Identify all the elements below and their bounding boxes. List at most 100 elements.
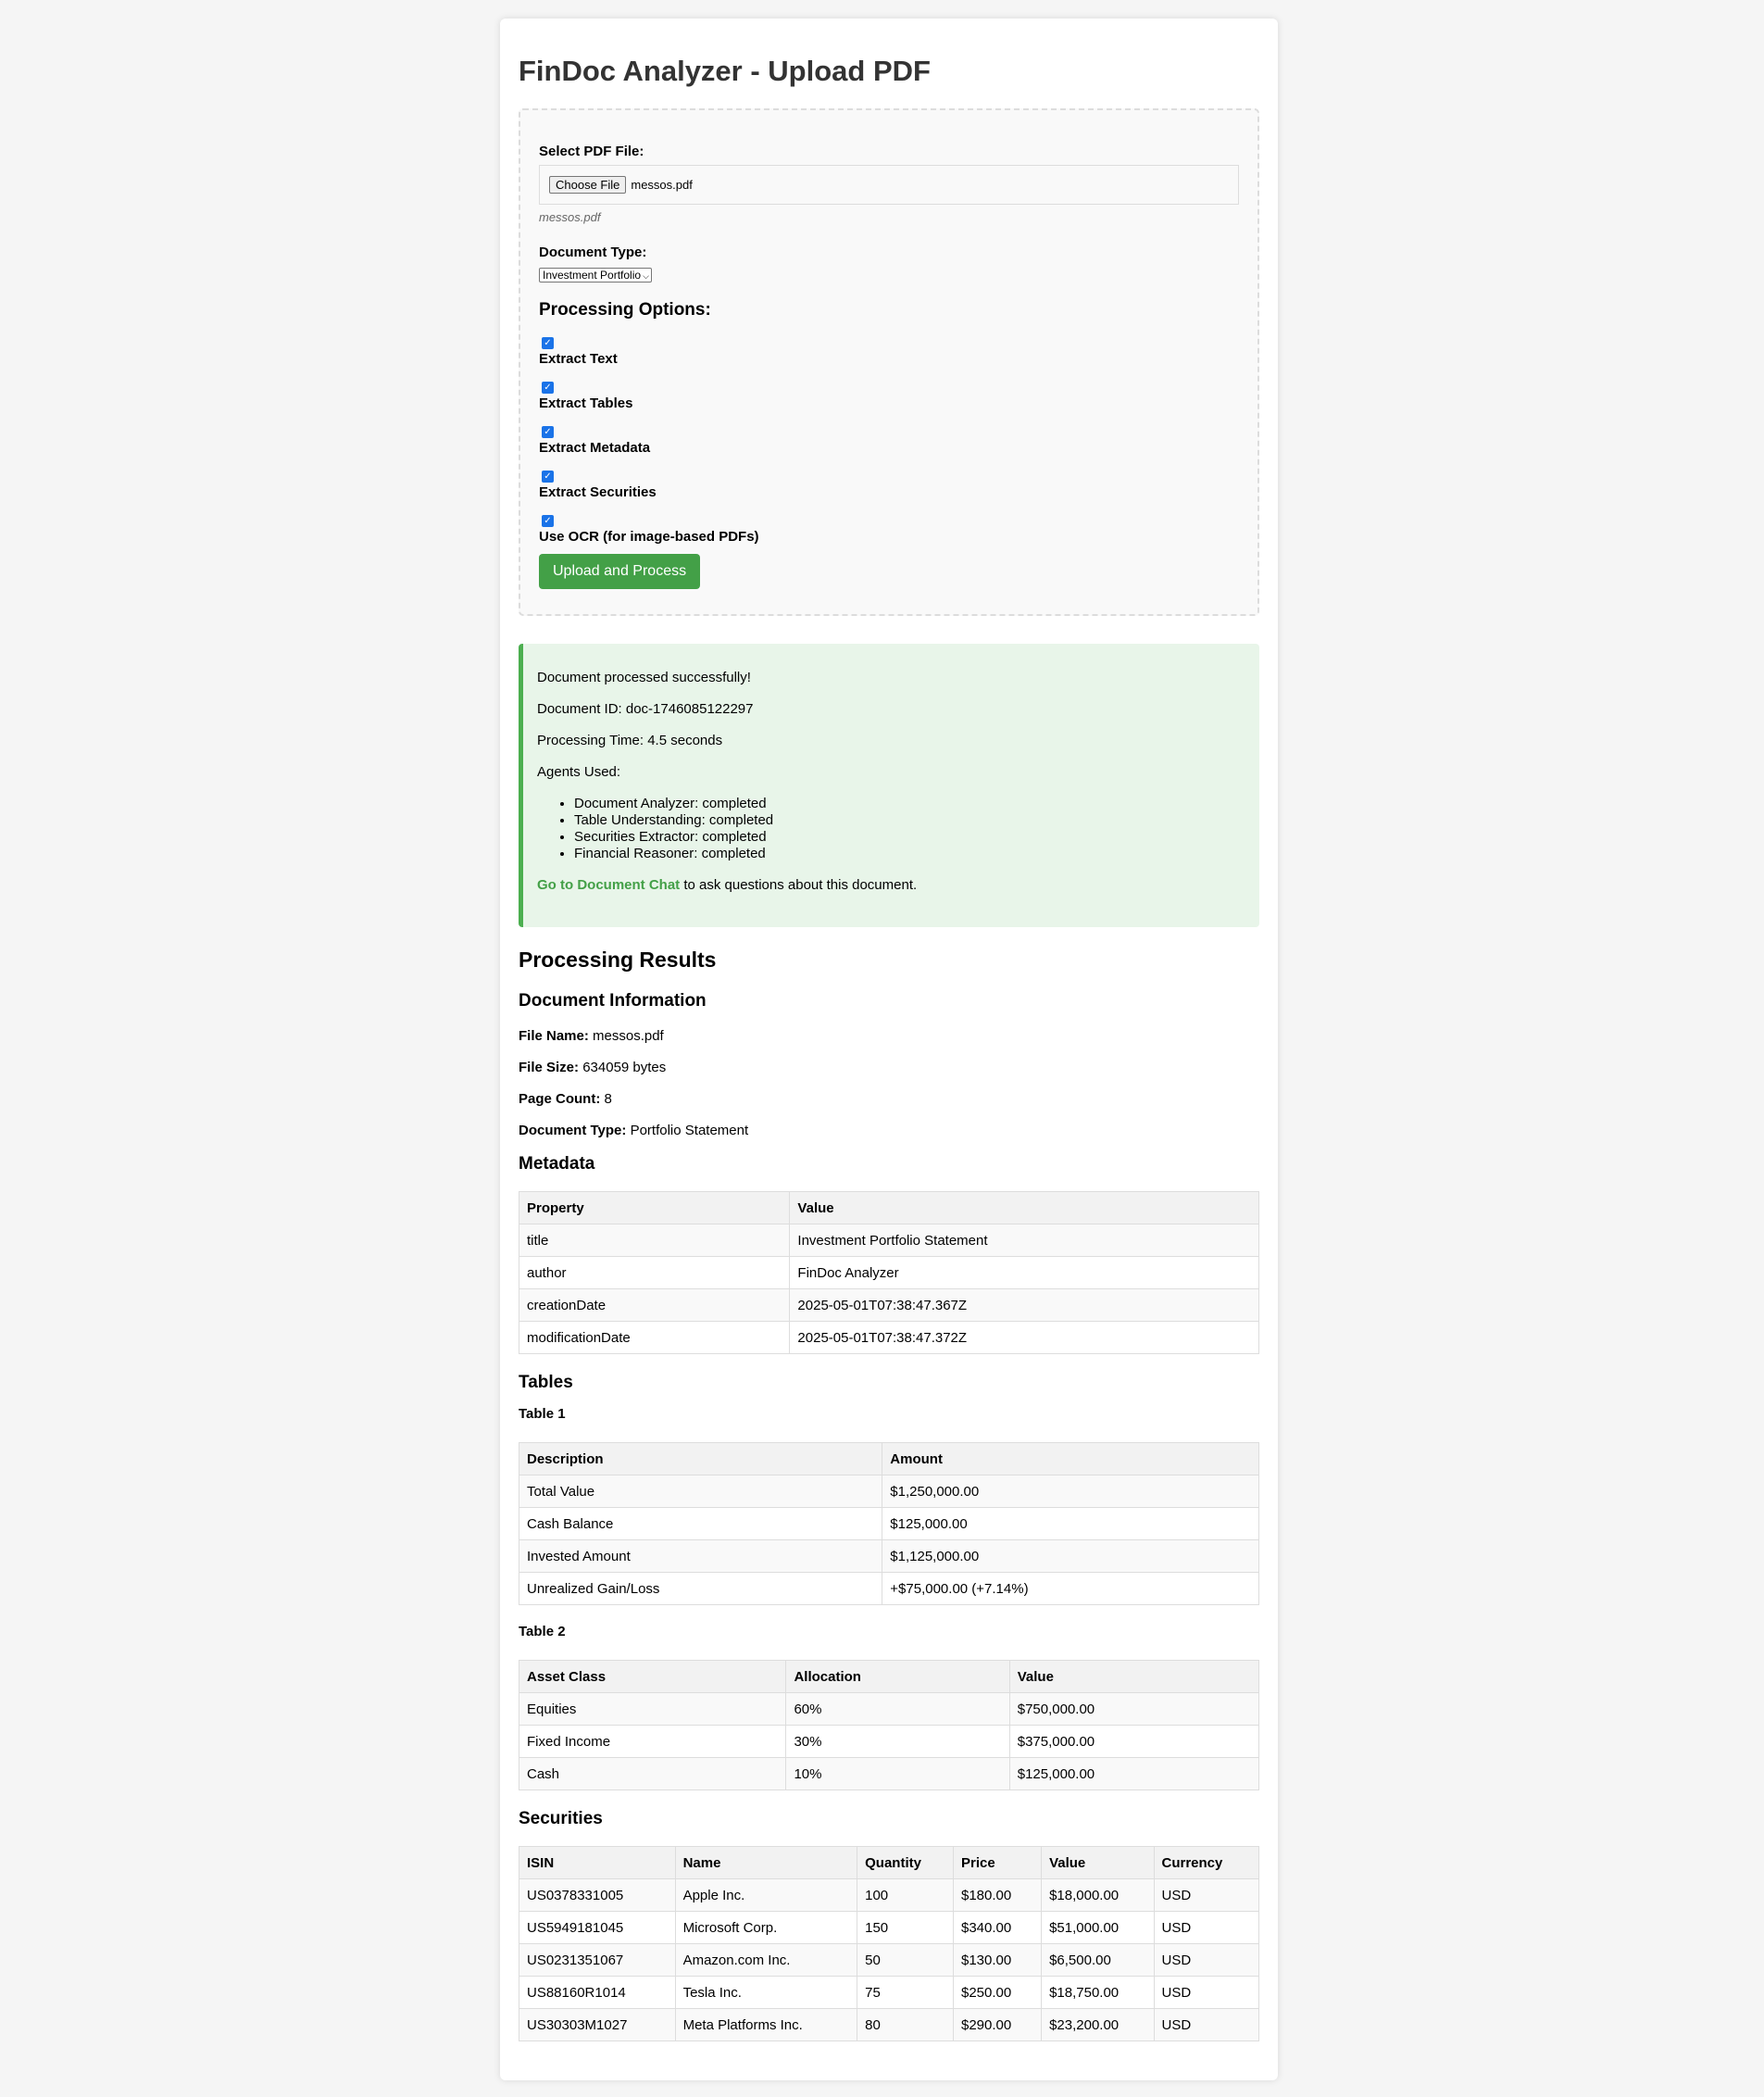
table-row: modificationDate 2025-05-01T07:38:47.372Z [518, 1321, 1259, 1355]
info-label: File Name: [519, 1028, 589, 1045]
table-row: US0378331005 Apple Inc. 100 $180.00 $18,000.… [519, 1878, 1259, 1913]
doc-type-selected: Investment Portfolio [543, 269, 642, 283]
table-cell: USD [1153, 1911, 1259, 1945]
column-header: Name [674, 1846, 858, 1880]
info-label: File Size: [519, 1060, 580, 1076]
table-cell: 60% [785, 1692, 1010, 1727]
table-cell: FinDoc Analyzer [789, 1256, 1259, 1290]
table-cell: 30% [785, 1725, 1010, 1759]
table-cell: Microsoft Corp. [674, 1911, 858, 1945]
doc-info-title: Document Information [519, 991, 707, 1011]
option-label: Extract Metadata [539, 440, 651, 457]
table-cell: $750,000.00 [1008, 1692, 1260, 1727]
table-cell: USD [1153, 1878, 1259, 1913]
checkbox-extract-metadata[interactable]: ✓ [542, 426, 554, 439]
securities-table: ISIN Name Quantity Price Value Currency … [519, 1846, 1259, 2042]
chat-line: Go to Document Chat to ask questions abo… [537, 877, 1243, 893]
column-header: Allocation [785, 1660, 1010, 1694]
table-cell: Amazon.com Inc. [674, 1943, 858, 1978]
table-cell: US30303M1027 [519, 2008, 676, 2042]
table-cell: $130.00 [952, 1943, 1043, 1978]
list-item: Document Analyzer: completed [574, 796, 1243, 812]
table2-title: Table 2 [519, 1624, 566, 1640]
file-name-row: File Name: messos.pdf [519, 1028, 1259, 1044]
table-cell: $18,000.00 [1041, 1878, 1155, 1913]
table-cell: modificationDate [518, 1321, 791, 1355]
table-cell: $250.00 [952, 1976, 1043, 2010]
checkbox-extract-text[interactable]: ✓ [542, 337, 554, 350]
agents-list: Document Analyzer: completed Table Under… [537, 796, 1243, 862]
main-card: FinDoc Analyzer - Upload PDF Select PDF … [500, 19, 1278, 2080]
column-header: Value [1041, 1846, 1155, 1880]
table-cell: creationDate [518, 1288, 791, 1323]
processing-time: Processing Time: 4.5 seconds [537, 733, 723, 749]
table-row: Cash Balance $125,000.00 [518, 1507, 1259, 1541]
table-cell: US88160R1014 [519, 1976, 676, 2010]
table-cell: Apple Inc. [674, 1878, 858, 1913]
document-chat-link[interactable]: Go to Document Chat [537, 877, 680, 893]
success-panel: Document processed successfully! Documen… [519, 644, 1259, 928]
options-title: Processing Options: [539, 300, 711, 320]
table-row: US30303M1027 Meta Platforms Inc. 80 $290.00… [519, 2008, 1259, 2042]
table-cell: Unrealized Gain/Loss [518, 1572, 883, 1606]
option-label: Use OCR (for image-based PDFs) [539, 529, 759, 546]
table-row: Invested Amount $1,125,000.00 [518, 1539, 1259, 1574]
table-row: Fixed Income 30% $375,000.00 [518, 1725, 1260, 1759]
file-hint: messos.pdf [539, 210, 601, 225]
table-cell: $23,200.00 [1041, 2008, 1155, 2042]
doc-type-row: Document Type: Portfolio Statement [519, 1123, 1259, 1138]
table-row: Total Value $1,250,000.00 [518, 1475, 1259, 1509]
table-cell: Total Value [518, 1475, 883, 1509]
column-header: Value [1008, 1660, 1260, 1694]
checkbox-use-ocr[interactable]: ✓ [542, 515, 554, 528]
table-cell: Investment Portfolio Statement [789, 1224, 1259, 1258]
checkbox-extract-tables[interactable]: ✓ [542, 382, 554, 395]
table-cell: $1,250,000.00 [882, 1475, 1259, 1509]
table-cell: Fixed Income [518, 1725, 787, 1759]
table-cell: USD [1153, 2008, 1259, 2042]
chat-suffix: to ask questions about this document. [680, 877, 918, 894]
metadata-title: Metadata [519, 1154, 595, 1174]
table-cell: Meta Platforms Inc. [674, 2008, 858, 2042]
list-item: Table Understanding: completed [574, 812, 1243, 829]
file-size-row: File Size: 634059 bytes [519, 1060, 1259, 1075]
info-value: 634059 bytes [579, 1060, 667, 1076]
page-title: FinDoc Analyzer - Upload PDF [519, 55, 931, 87]
list-item: Financial Reasoner: completed [574, 846, 1243, 862]
table-row: US88160R1014 Tesla Inc. 75 $250.00 $18,750.0… [519, 1976, 1259, 2010]
table-header-row: Description Amount [518, 1442, 1259, 1476]
table-row: US0231351067 Amazon.com Inc. 50 $130.00 $6,5… [519, 1943, 1259, 1978]
column-header: Description [518, 1442, 883, 1476]
table-cell: 80 [857, 2008, 954, 2042]
table-cell: Tesla Inc. [674, 1976, 858, 2010]
table-cell: $180.00 [952, 1878, 1043, 1913]
table-cell: USD [1153, 1943, 1259, 1978]
column-header: Amount [882, 1442, 1259, 1476]
table-cell: $18,750.00 [1041, 1976, 1155, 2010]
tables-title: Tables [519, 1373, 573, 1393]
table-cell: $290.00 [952, 2008, 1043, 2042]
table-cell: +$75,000.00 (+7.14%) [882, 1572, 1259, 1606]
file-input[interactable]: Choose File messos.pdf [539, 165, 1239, 206]
table-cell: 100 [857, 1878, 954, 1913]
doc-type-label: Document Type: [539, 245, 647, 261]
column-header: Asset Class [518, 1660, 787, 1694]
checkbox-extract-securities[interactable]: ✓ [542, 471, 554, 483]
table-cell: $1,125,000.00 [882, 1539, 1259, 1574]
info-label: Page Count: [519, 1091, 601, 1108]
table-row: Unrealized Gain/Loss +$75,000.00 (+7.14%) [518, 1572, 1259, 1606]
column-header: Quantity [857, 1846, 954, 1880]
table-cell: $125,000.00 [882, 1507, 1259, 1541]
table-cell: author [518, 1256, 791, 1290]
table-cell: US0231351067 [519, 1943, 676, 1978]
option-label: Extract Text [539, 351, 618, 368]
doc-type-select[interactable]: Investment Portfolio ⌵ [539, 268, 652, 283]
upload-process-button[interactable]: Upload and Process [539, 554, 701, 590]
upload-form: Select PDF File: Choose File messos.pdf … [519, 108, 1259, 617]
table1-title: Table 1 [519, 1406, 566, 1423]
column-header: Currency [1153, 1846, 1259, 1880]
info-label: Document Type: [519, 1123, 627, 1139]
column-header: Value [789, 1191, 1259, 1225]
results-title: Processing Results [519, 948, 717, 973]
choose-file-button[interactable]: Choose File [549, 176, 627, 195]
